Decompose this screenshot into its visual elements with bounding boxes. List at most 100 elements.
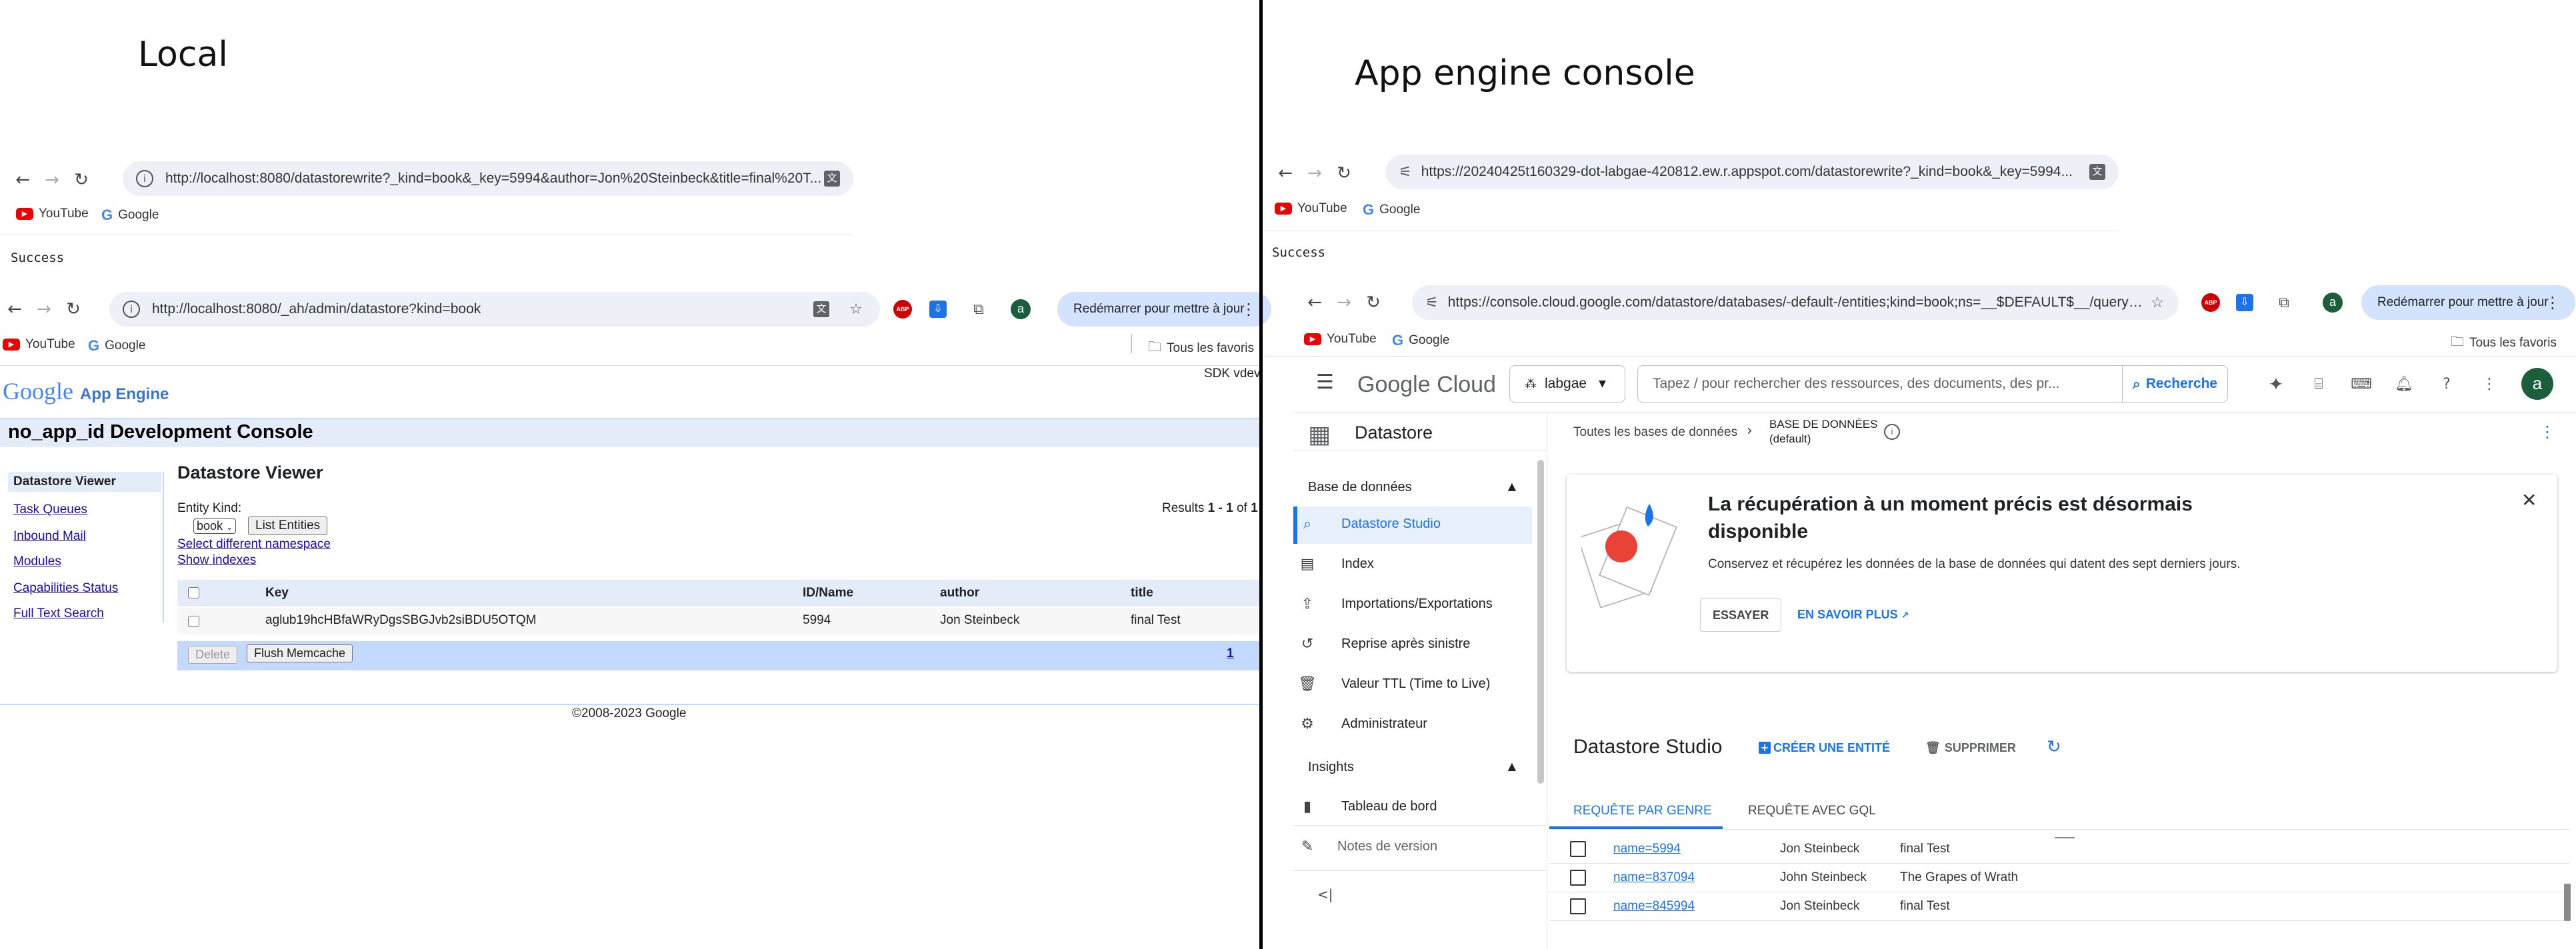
section-database[interactable]: Base de données ▲ (1308, 480, 1516, 495)
nav-capabilities-status[interactable]: Capabilities Status (13, 581, 118, 596)
star-icon[interactable]: ☆ (2143, 295, 2172, 311)
gift-icon[interactable]: ⌸ (2304, 376, 2333, 393)
all-bookmarks[interactable]: 🗀 Tous les favoris (1148, 337, 1254, 360)
cell-key[interactable]: aglub19hcHBfaWRyDgsSBGJvb2siBDU5OTQM (265, 613, 537, 628)
page-more-options-icon[interactable]: ⋮ (2537, 423, 2557, 441)
kind-select[interactable]: book ⌄ (193, 518, 237, 534)
forward-icon[interactable]: → (29, 299, 59, 319)
help-icon[interactable]: ? (2432, 376, 2461, 393)
google-cloud-logo[interactable]: Google Cloud (1357, 372, 1496, 398)
section-insights[interactable]: Insights ▲ (1308, 760, 1516, 775)
right-browser1-address-bar[interactable]: ⚟ https://20240425t160329-dot-labgae-420… (1385, 155, 2119, 189)
translate-icon[interactable]: 文 (813, 301, 829, 317)
row-checkbox[interactable] (188, 616, 199, 627)
back-icon[interactable]: ← (1271, 163, 1300, 183)
adblock-icon[interactable]: ABP (2201, 293, 2220, 312)
nav-inbound-mail[interactable]: Inbound Mail (13, 529, 86, 544)
reload-icon[interactable]: ↻ (1329, 163, 1359, 183)
bookmark-youtube[interactable]: ▶ YouTube (3, 337, 75, 352)
sidebar-item-ttl[interactable]: 🗑︎ Valeur TTL (Time to Live) (1297, 676, 1490, 692)
project-selector[interactable]: ⁂ labgae ▼ (1509, 365, 1625, 403)
nav-datastore-viewer[interactable]: Datastore Viewer (8, 472, 161, 492)
all-bookmarks[interactable]: 🗀 Tous les favoris (2451, 332, 2557, 355)
bookmark-google[interactable]: G Google (101, 207, 159, 224)
entity-name-link[interactable]: name=837094 (1613, 870, 1695, 885)
download-extension-icon[interactable]: ⇩ (2236, 294, 2253, 311)
nav-modules[interactable]: Modules (13, 554, 61, 569)
site-settings-icon[interactable]: ⚟ (1399, 164, 1412, 181)
sidebar-item-disaster-recovery[interactable]: ↺ Reprise après sinistre (1297, 636, 1471, 652)
sidebar-item-dashboard[interactable]: ▮ Tableau de bord (1297, 798, 1437, 815)
row-checkbox[interactable] (1570, 898, 1586, 914)
gemini-icon[interactable]: ✦ (2261, 373, 2291, 395)
translate-icon[interactable]: 文 (2089, 164, 2105, 180)
back-icon[interactable]: ← (1300, 293, 1329, 313)
delete-button[interactable]: Delete (188, 646, 238, 664)
site-settings-icon[interactable]: ⚟ (1425, 295, 1439, 311)
delete-button[interactable]: 🗑︎ SUPPRIMER (1925, 741, 2016, 755)
menu-icon[interactable]: ⋮ (1239, 300, 1259, 319)
nav-full-text-search[interactable]: Full Text Search (13, 606, 104, 621)
bookmark-google[interactable]: G Google (1392, 332, 1449, 349)
bookmark-youtube[interactable]: ▶ YouTube (1275, 201, 1347, 216)
table-row[interactable]: aglub19hcHBfaWRyDgsSBGJvb2siBDU5OTQM 599… (177, 608, 1259, 634)
profile-avatar[interactable]: a (2323, 293, 2343, 313)
bookmark-youtube[interactable]: ▶ YouTube (1304, 332, 1377, 347)
right-browser2-address-bar[interactable]: ⚟ https://console.cloud.google.com/datas… (1412, 285, 2179, 320)
tab-query-gql[interactable]: REQUÊTE AVEC GQL (1748, 804, 1876, 818)
translate-icon[interactable]: 文 (824, 171, 840, 187)
info-icon[interactable]: i (1884, 424, 1900, 440)
reload-icon[interactable]: ↻ (67, 170, 96, 190)
row-checkbox[interactable] (1570, 869, 1586, 886)
table-row[interactable]: name=837094 John Steinbeck The Grapes of… (1549, 863, 2569, 892)
back-icon[interactable]: ← (0, 299, 29, 319)
show-indexes-link[interactable]: Show indexes (177, 553, 256, 568)
try-button[interactable]: ESSAYER (1700, 598, 1782, 632)
collapse-sidebar-icon[interactable]: <| (1317, 886, 1333, 902)
sidebar-scrollbar[interactable] (1537, 460, 1544, 784)
breadcrumb-all-databases[interactable]: Toutes les bases de données (1573, 425, 1737, 440)
bookmark-youtube[interactable]: ▶ YouTube (16, 207, 89, 221)
cloud-avatar[interactable]: a (2521, 368, 2553, 400)
create-entity-button[interactable]: + CRÉER UNE ENTITÉ (1759, 741, 1890, 755)
back-icon[interactable]: ← (8, 170, 37, 190)
sidebar-item-datastore-studio[interactable]: ⌕ Datastore Studio (1297, 516, 1441, 532)
row-checkbox[interactable] (1570, 840, 1586, 857)
bookmark-google[interactable]: G Google (1363, 201, 1420, 219)
menu-icon[interactable]: ⋮ (2543, 293, 2563, 312)
forward-icon[interactable]: → (1300, 163, 1329, 183)
adblock-icon[interactable]: ABP (893, 300, 912, 319)
extensions-icon[interactable]: ⧉ (2269, 295, 2299, 311)
table-row[interactable]: name=845994 Jon Steinbeck final Test (1549, 892, 2569, 921)
star-icon[interactable]: ☆ (841, 301, 871, 318)
release-notes[interactable]: ✎ Notes de version (1297, 838, 1437, 855)
bookmark-google[interactable]: G Google (88, 337, 145, 355)
table-row[interactable]: name=5994 Jon Steinbeck final Test (1549, 834, 2569, 864)
close-icon[interactable]: ✕ (2521, 489, 2537, 511)
cloud-search-button[interactable]: ⌕ Recherche (2123, 365, 2228, 403)
refresh-icon[interactable]: ↻ (2047, 737, 2061, 757)
page-link[interactable]: 1 (1227, 646, 1234, 661)
flush-memcache-button[interactable]: Flush Memcache (247, 644, 353, 662)
notifications-icon[interactable]: 🔔︎ (2389, 376, 2419, 393)
select-namespace-link[interactable]: Select different namespace (177, 537, 331, 552)
site-info-icon[interactable]: i (123, 301, 140, 318)
entity-name-link[interactable]: name=5994 (1613, 842, 1681, 856)
hamburger-menu-icon[interactable]: ☰ (1316, 371, 1334, 394)
left-browser2-address-bar[interactable]: i http://localhost:8080/_ah/admin/datast… (109, 292, 880, 327)
select-all-checkbox[interactable] (188, 587, 199, 598)
cloud-search-input[interactable]: Tapez / pour rechercher des ressources, … (1637, 365, 2123, 403)
profile-avatar[interactable]: a (1011, 299, 1031, 319)
learn-more-link[interactable]: EN SAVOIR PLUS ↗ (1797, 608, 1909, 622)
entity-name-link[interactable]: name=845994 (1613, 899, 1695, 914)
forward-icon[interactable]: → (37, 170, 67, 190)
sidebar-item-admin[interactable]: ⚙ Administrateur (1297, 716, 1427, 732)
reload-icon[interactable]: ↻ (1359, 293, 1388, 313)
left-browser1-address-bar[interactable]: i http://localhost:8080/datastorewrite?_… (123, 161, 853, 196)
content-scrollbar[interactable] (2564, 884, 2571, 921)
forward-icon[interactable]: → (1329, 293, 1359, 313)
download-extension-icon[interactable]: ⇩ (929, 301, 947, 318)
reload-icon[interactable]: ↻ (59, 299, 88, 319)
extensions-icon[interactable]: ⧉ (964, 301, 993, 318)
more-options-icon[interactable]: ⋮ (2475, 376, 2504, 393)
